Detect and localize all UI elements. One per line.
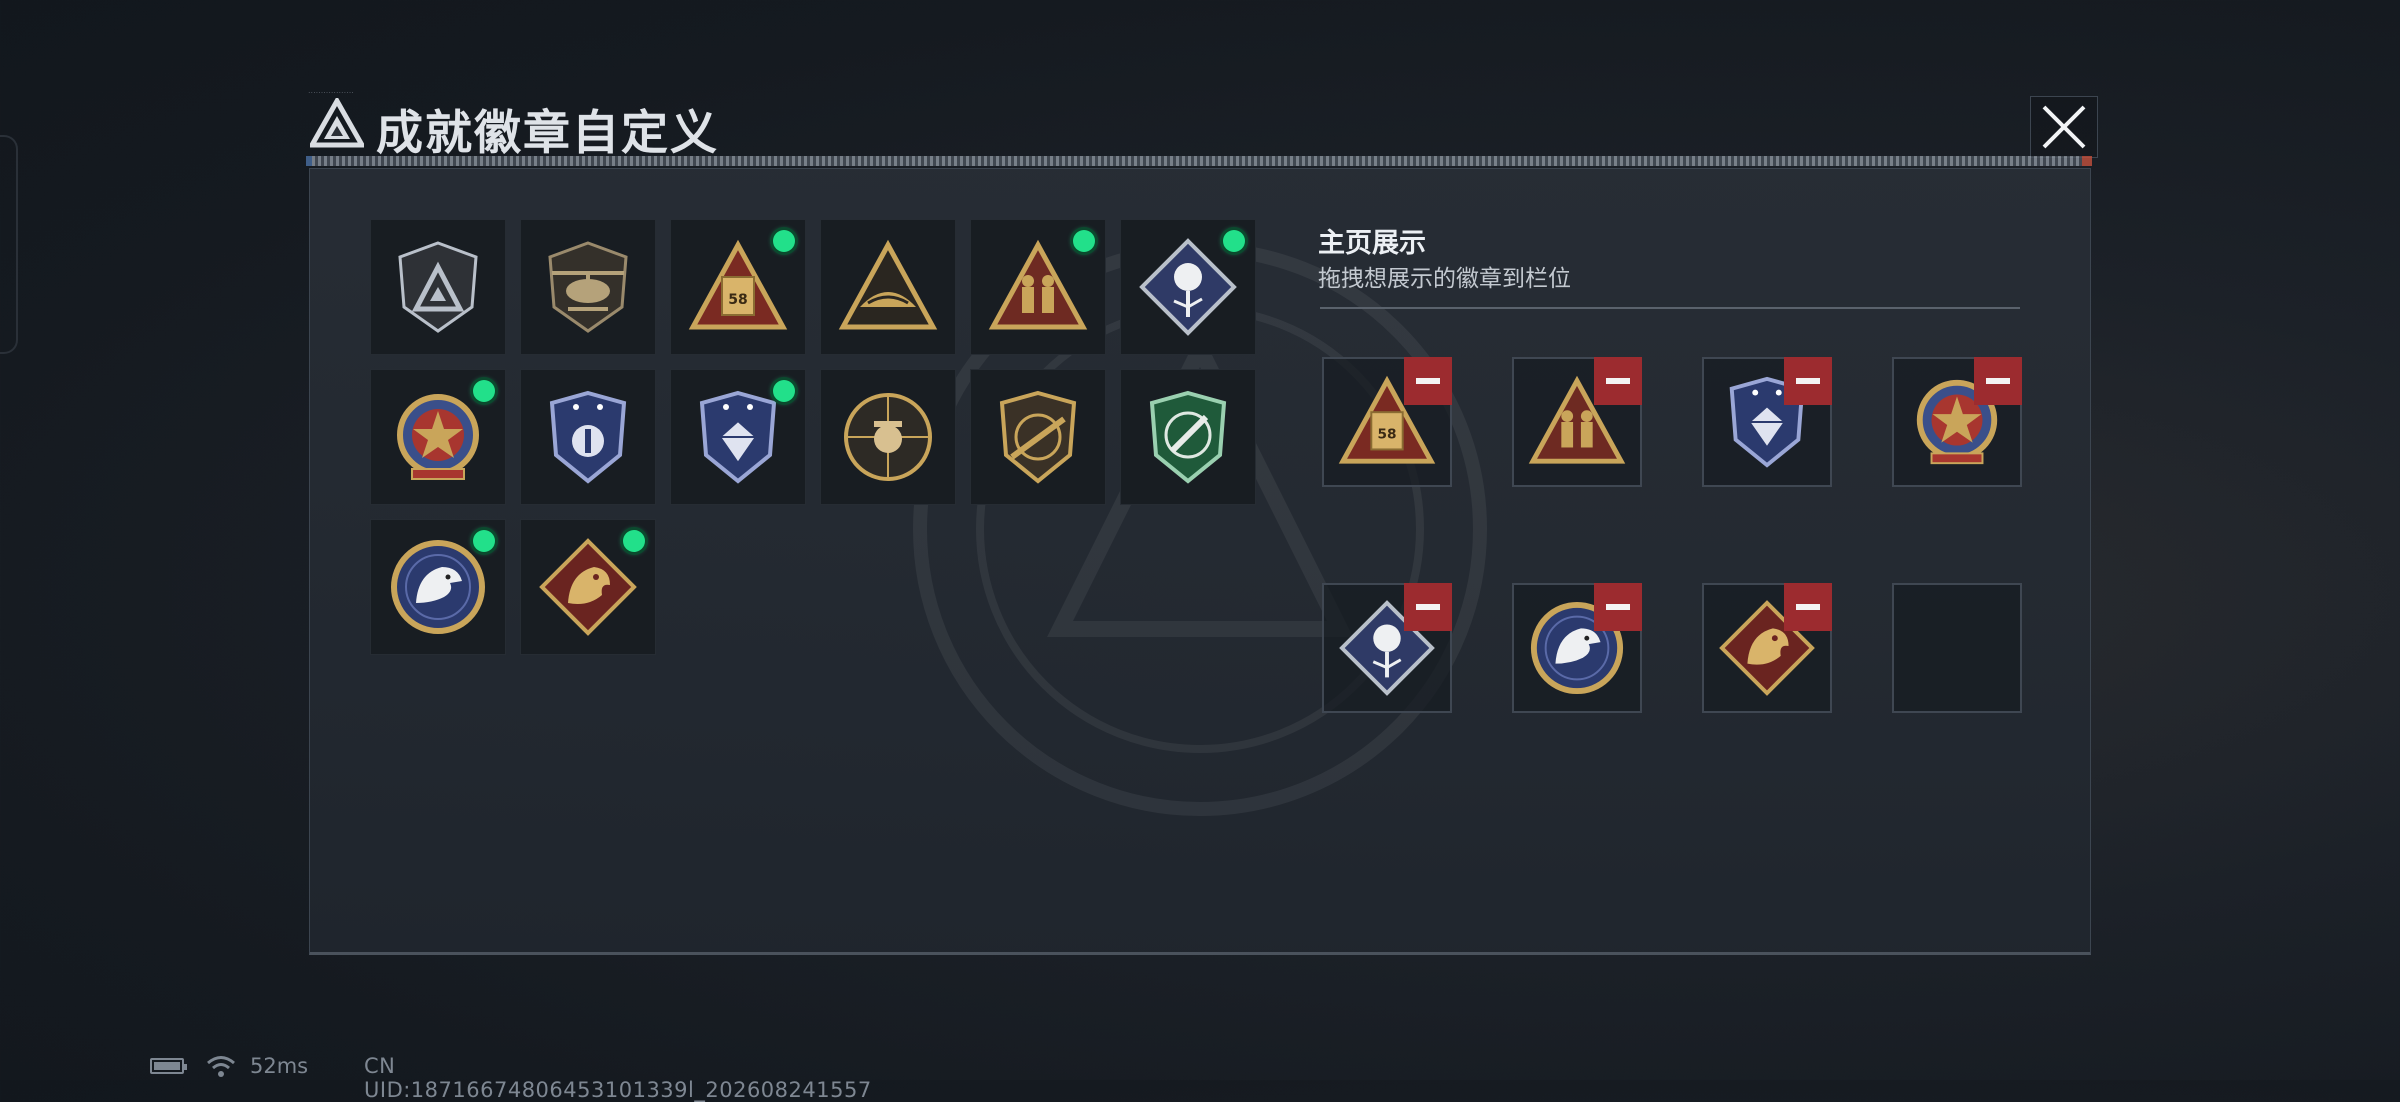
gold-dune-triangle-badge[interactable]	[820, 219, 956, 355]
equipped-indicator	[1073, 230, 1095, 252]
crate-triangle-icon: 58	[688, 239, 788, 330]
eagle-icon	[391, 540, 485, 634]
gem-shield-icon	[699, 390, 777, 484]
supply-crate-58-badge[interactable]: 58	[670, 219, 806, 355]
equipped-indicator	[773, 380, 795, 402]
triangle-logo-icon	[310, 98, 364, 148]
display-slot-8[interactable]	[1892, 583, 2022, 713]
battery-icon	[150, 1058, 187, 1074]
wifi-icon	[207, 1056, 235, 1077]
equipped-indicator	[623, 530, 645, 552]
star-medal-icon	[397, 394, 479, 480]
remove-badge-button[interactable]	[1594, 357, 1642, 405]
svg-text:58: 58	[728, 292, 747, 308]
helicopter-icon	[548, 241, 628, 333]
display-slot-1[interactable]: 58	[1322, 357, 1452, 487]
close-icon	[2042, 105, 2086, 149]
header-divider	[306, 156, 2092, 166]
display-slot-2[interactable]	[1512, 357, 1642, 487]
gasmask-crosshair-badge[interactable]	[820, 369, 956, 505]
display-slot-4[interactable]	[1892, 357, 2022, 487]
remove-badge-button[interactable]	[1404, 583, 1452, 631]
white-rose-diamond-badge[interactable]	[1120, 219, 1256, 355]
display-slot-6[interactable]	[1512, 583, 1642, 713]
soldiers-triangle-badge[interactable]	[970, 219, 1106, 355]
equipped-indicator	[473, 380, 495, 402]
green-knife-shield-badge[interactable]	[1120, 369, 1256, 505]
rifle-shield-icon	[999, 390, 1077, 484]
side-edge-tab[interactable]	[0, 135, 18, 354]
display-slot-5[interactable]	[1322, 583, 1452, 713]
dialog-title: 成就徽章自定义	[376, 106, 719, 161]
equipped-indicator	[1223, 230, 1245, 252]
ping-readout: 52ms	[250, 1054, 309, 1078]
badge-panel: 58 主页展示 拖拽想展示的徽章到栏位 58	[309, 168, 2091, 955]
blue-shield-icon	[549, 390, 627, 484]
remove-badge-button[interactable]	[1404, 357, 1452, 405]
shield-triangle-icon	[398, 241, 478, 333]
remove-badge-button[interactable]	[1784, 583, 1832, 631]
svg-text:58: 58	[1377, 427, 1396, 443]
blue-police-shield-badge[interactable]	[520, 369, 656, 505]
equipped-indicator	[473, 530, 495, 552]
dialog-header: .................. 成就徽章自定义	[298, 86, 2098, 161]
remove-badge-button[interactable]	[1974, 357, 2022, 405]
display-section-title: 主页展示	[1318, 228, 1426, 259]
dragon-diamond-icon	[539, 538, 637, 636]
dune-triangle-icon	[838, 239, 938, 330]
display-section-hint: 拖拽想展示的徽章到栏位	[1318, 266, 1571, 292]
red-star-medal-badge[interactable]	[370, 369, 506, 505]
close-button[interactable]	[2030, 96, 2098, 158]
remove-badge-button[interactable]	[1594, 583, 1642, 631]
equipped-indicator	[773, 230, 795, 252]
knife-shield-icon	[1149, 390, 1227, 484]
user-uid: CN UID:18716674806453101339l_20260824155…	[364, 1054, 872, 1102]
display-slot-7[interactable]	[1702, 583, 1832, 713]
blue-gem-shield-badge[interactable]	[670, 369, 806, 505]
soldiers-triangle-icon	[988, 239, 1088, 330]
rifle-shield-badge[interactable]	[970, 369, 1106, 505]
display-slot-3[interactable]	[1702, 357, 1832, 487]
remove-badge-button[interactable]	[1784, 357, 1832, 405]
display-divider	[1320, 307, 2020, 309]
helicopter-shield-badge[interactable]	[520, 219, 656, 355]
gasmask-icon	[844, 393, 932, 481]
silver-triangle-shield-badge[interactable]	[370, 219, 506, 355]
eagle-round-badge[interactable]	[370, 519, 506, 655]
header-tiny-text: ..................	[308, 86, 354, 95]
red-dragon-diamond-badge[interactable]	[520, 519, 656, 655]
rose-diamond-icon	[1139, 238, 1237, 336]
